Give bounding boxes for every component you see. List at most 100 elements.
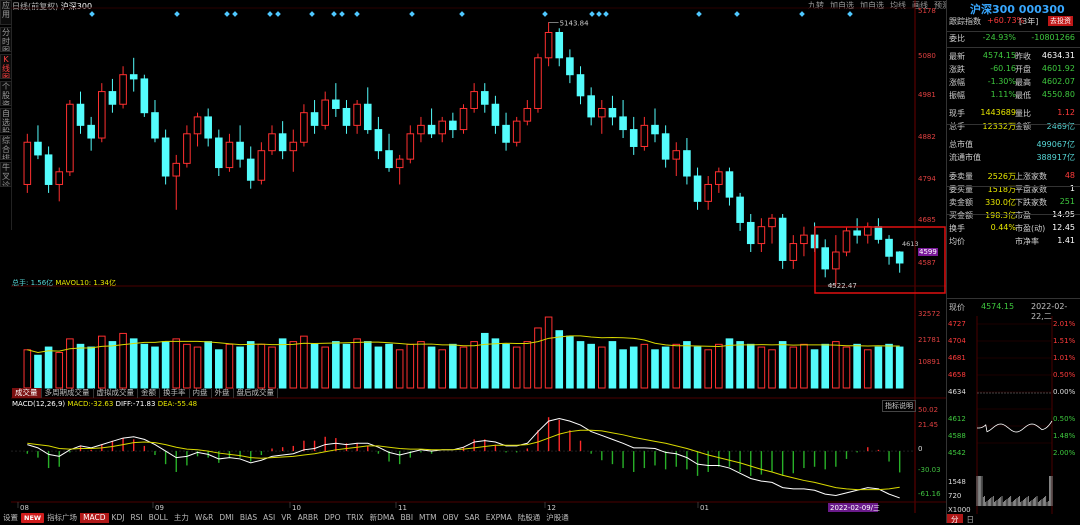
volume-bar-9	[119, 332, 127, 389]
price-axis-label-0: 5178	[918, 7, 936, 15]
indicator-tab-16[interactable]: 新DMA	[367, 513, 398, 523]
mini-left-axis-7: 4542	[948, 449, 966, 457]
candle-body-28	[321, 99, 329, 126]
invest-button[interactable]: 去投资	[1048, 16, 1073, 26]
volume-bar-19	[225, 343, 234, 389]
candle-body-40	[449, 120, 457, 131]
volume-bar-58	[640, 343, 649, 389]
indicator-tab-13[interactable]: ARBR	[295, 513, 322, 523]
volume-bar-68	[746, 343, 755, 389]
indicator-tab-8[interactable]: W&R	[192, 513, 216, 523]
low-price-label: 4522.47	[828, 282, 857, 290]
signal-marker-6	[309, 11, 315, 17]
candle-body-44	[491, 103, 500, 126]
indicator-tab-22[interactable]: 陆股通	[515, 513, 544, 523]
macd-axis-label-0: 50.02	[918, 406, 939, 414]
volume-total-value: 1.56亿	[30, 279, 54, 287]
indicator-tab-11[interactable]: ASI	[260, 513, 278, 523]
volume-bar-64	[704, 349, 712, 389]
quote-label2-6: 金额	[1015, 122, 1031, 131]
candle-body-68	[746, 221, 755, 245]
quote-value2-6: 2469亿	[1046, 122, 1075, 131]
x-label-4: 12	[547, 504, 556, 512]
signal-marker-5	[275, 11, 281, 17]
candle-body-17	[204, 116, 212, 139]
indicator-tab-12[interactable]: VR	[278, 513, 294, 523]
dif-line	[27, 418, 900, 499]
candle-body-34	[385, 150, 393, 169]
tracking-label: 跟踪指数	[949, 17, 981, 26]
volume-indicator-tab-5[interactable]: 内盘	[190, 388, 212, 398]
candle-body-22	[257, 150, 266, 181]
mini-price-label: 现价	[949, 303, 965, 312]
quote-value2-5: 1.12	[1057, 108, 1075, 117]
volume-indicator-tab-3[interactable]: 金额	[138, 388, 160, 398]
indicator-tab-7[interactable]: 主力	[171, 513, 192, 523]
volume-bar-27	[310, 343, 319, 389]
indicator-tab-2[interactable]: 指标广场	[44, 513, 80, 523]
trade-label-3: 买金额	[949, 211, 973, 220]
indicator-tab-18[interactable]: MTM	[416, 513, 440, 523]
candle-body-48	[534, 57, 542, 109]
candle-body-63	[693, 175, 702, 202]
candle-body-23	[268, 133, 276, 152]
mini-right-axis-6: 1.48%	[1053, 432, 1076, 440]
volume-bar-78	[853, 343, 861, 389]
macd-header: MACD(12,26,9) MACD:-32.63 DIFF:-71.83 DE…	[12, 400, 197, 408]
mini-tab-0[interactable]: 分	[947, 514, 963, 524]
candle-body-56	[619, 116, 627, 131]
candle-body-55	[608, 107, 617, 118]
indicator-help-button[interactable]: 指标说明	[882, 400, 916, 412]
candle-body-67	[736, 196, 744, 223]
candle-body-31	[353, 103, 361, 126]
candle-body-8	[108, 91, 117, 105]
trade-label2-4: 市盈(动)	[1015, 224, 1046, 233]
candle-body-29	[332, 99, 340, 109]
indicator-tab-0[interactable]: 设置	[0, 513, 21, 523]
indicator-tab-15[interactable]: TRIX	[343, 513, 366, 523]
indicator-tab-6[interactable]: BOLL	[146, 513, 171, 523]
cap-row-1: 流通市值 388917亿	[947, 152, 1078, 165]
candle-body-51	[566, 57, 574, 76]
candle-body-71	[778, 217, 787, 261]
volume-indicator-tab-6[interactable]: 外盘	[212, 388, 234, 398]
indicator-tab-19[interactable]: OBV	[440, 513, 462, 523]
mini-tab-1[interactable]: 日	[963, 514, 979, 524]
kline-chart[interactable]: 5143.84 4522.47 4613 08 09 10 11 12 01 2022-02-09…	[11, 0, 946, 513]
quote-value-5: 1443689	[980, 108, 1016, 117]
mini-left-axis-4: 4634	[948, 388, 966, 396]
candle-body-32	[363, 103, 372, 131]
indicator-tab-21[interactable]: EXPMA	[483, 513, 515, 523]
indicator-tab-1[interactable]: NEW	[21, 513, 45, 523]
candle-body-80	[874, 226, 883, 240]
quote-label-1: 最新	[949, 52, 965, 61]
volume-indicator-tab-7[interactable]: 盘后成交量	[234, 388, 278, 398]
volume-bar-74	[810, 349, 819, 389]
volume-bar-55	[608, 341, 617, 389]
mini-left-axis-1: 4704	[948, 337, 966, 345]
volume-indicator-tab-2[interactable]: 虚拟成交量	[94, 388, 138, 398]
signal-marker-18	[799, 11, 805, 17]
candle-body-37	[417, 124, 425, 135]
trade-value-0: 2526万	[987, 172, 1016, 181]
volume-indicator-tab-0[interactable]: 成交量	[12, 388, 42, 398]
date-tag-text: 2022-02-09/三	[830, 504, 880, 512]
indicator-tab-9[interactable]: DMI	[216, 513, 236, 523]
quote-value-6: 12332万	[982, 122, 1016, 131]
mini-right-axis-0: 2.01%	[1053, 320, 1076, 328]
indicator-tab-5[interactable]: RSI	[127, 513, 145, 523]
signal-marker-9	[354, 11, 360, 17]
indicator-tab-17[interactable]: BBI	[398, 513, 417, 523]
volume-indicator-tab-1[interactable]: 多周期成交量	[42, 388, 94, 398]
quote-value2-0: -10801266	[1031, 33, 1075, 42]
indicator-tab-4[interactable]: KDJ	[109, 513, 128, 523]
indicator-tab-20[interactable]: SAR	[462, 513, 483, 523]
indicator-tab-10[interactable]: BIAS	[237, 513, 260, 523]
indicator-tab-23[interactable]: 沪股通	[543, 513, 572, 523]
indicator-tab-14[interactable]: DPO	[321, 513, 343, 523]
quote-label2-1: 昨收	[1015, 52, 1031, 61]
volume-indicator-tab-4[interactable]: 换手率	[160, 388, 190, 398]
quote-value-4: 1.11%	[990, 90, 1016, 99]
volume-bar-3	[55, 352, 64, 389]
indicator-tab-3[interactable]: MACD	[80, 513, 109, 523]
